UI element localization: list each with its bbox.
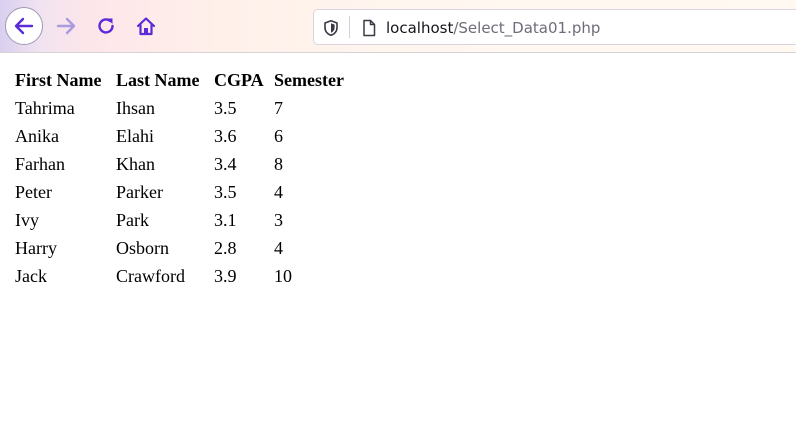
cell-semester: 8 <box>274 154 283 174</box>
url-host: localhost <box>386 19 454 37</box>
students-table: First Name Last Name CGPA Semester Tahri… <box>12 65 347 291</box>
cell-last-name: Crawford <box>116 266 185 286</box>
cell-first-name: Farhan <box>15 154 65 174</box>
page-content: First Name Last Name CGPA Semester Tahri… <box>0 53 796 436</box>
browser-toolbar: localhost/Select_Data01.php <box>0 0 796 53</box>
table-row: Tahrima Ihsan 3.5 7 <box>14 95 345 121</box>
table-header-row: First Name Last Name CGPA Semester <box>14 67 345 93</box>
reload-button[interactable] <box>88 8 124 44</box>
cell-first-name: Anika <box>15 126 59 146</box>
cell-cgpa: 3.6 <box>214 126 237 146</box>
cell-semester: 7 <box>274 98 283 118</box>
table-row: Harry Osborn 2.8 4 <box>14 235 345 261</box>
table-row: Ivy Park 3.1 3 <box>14 207 345 233</box>
table-row: Peter Parker 3.5 4 <box>14 179 345 205</box>
cell-semester: 4 <box>274 182 283 202</box>
back-button[interactable] <box>5 7 43 45</box>
cell-semester: 3 <box>274 210 283 230</box>
home-button[interactable] <box>128 8 164 44</box>
cell-semester: 10 <box>274 266 292 286</box>
cell-first-name: Tahrima <box>15 98 75 118</box>
address-bar[interactable]: localhost/Select_Data01.php <box>313 9 796 45</box>
url-separator <box>349 16 350 38</box>
cell-first-name: Jack <box>15 266 47 286</box>
cell-cgpa: 3.5 <box>214 98 237 118</box>
cell-last-name: Park <box>116 210 149 230</box>
cell-first-name: Harry <box>15 238 57 258</box>
table-row: Farhan Khan 3.4 8 <box>14 151 345 177</box>
back-arrow-icon <box>14 17 34 35</box>
page-icon <box>359 18 379 38</box>
cell-last-name: Ihsan <box>116 98 155 118</box>
home-icon <box>136 17 156 36</box>
url-path: /Select_Data01.php <box>453 19 601 37</box>
forward-button[interactable] <box>48 8 84 44</box>
cell-semester: 4 <box>274 238 283 258</box>
cell-cgpa: 3.1 <box>214 210 237 230</box>
shield-icon[interactable] <box>321 18 341 38</box>
cell-first-name: Peter <box>15 182 52 202</box>
table-row: Jack Crawford 3.9 10 <box>14 263 345 289</box>
cell-cgpa: 3.9 <box>214 266 237 286</box>
header-last-name: Last Name <box>116 70 200 90</box>
reload-icon <box>98 18 114 34</box>
url-text[interactable]: localhost/Select_Data01.php <box>386 18 600 38</box>
cell-last-name: Osborn <box>116 238 169 258</box>
cell-last-name: Khan <box>116 154 155 174</box>
forward-arrow-icon <box>56 17 76 35</box>
header-first-name: First Name <box>15 70 102 90</box>
table-row: Anika Elahi 3.6 6 <box>14 123 345 149</box>
cell-cgpa: 3.4 <box>214 154 237 174</box>
cell-cgpa: 3.5 <box>214 182 237 202</box>
cell-last-name: Elahi <box>116 126 154 146</box>
cell-cgpa: 2.8 <box>214 238 237 258</box>
header-semester: Semester <box>274 70 344 90</box>
header-cgpa: CGPA <box>214 70 264 90</box>
cell-first-name: Ivy <box>15 210 39 230</box>
cell-last-name: Parker <box>116 182 163 202</box>
cell-semester: 6 <box>274 126 283 146</box>
